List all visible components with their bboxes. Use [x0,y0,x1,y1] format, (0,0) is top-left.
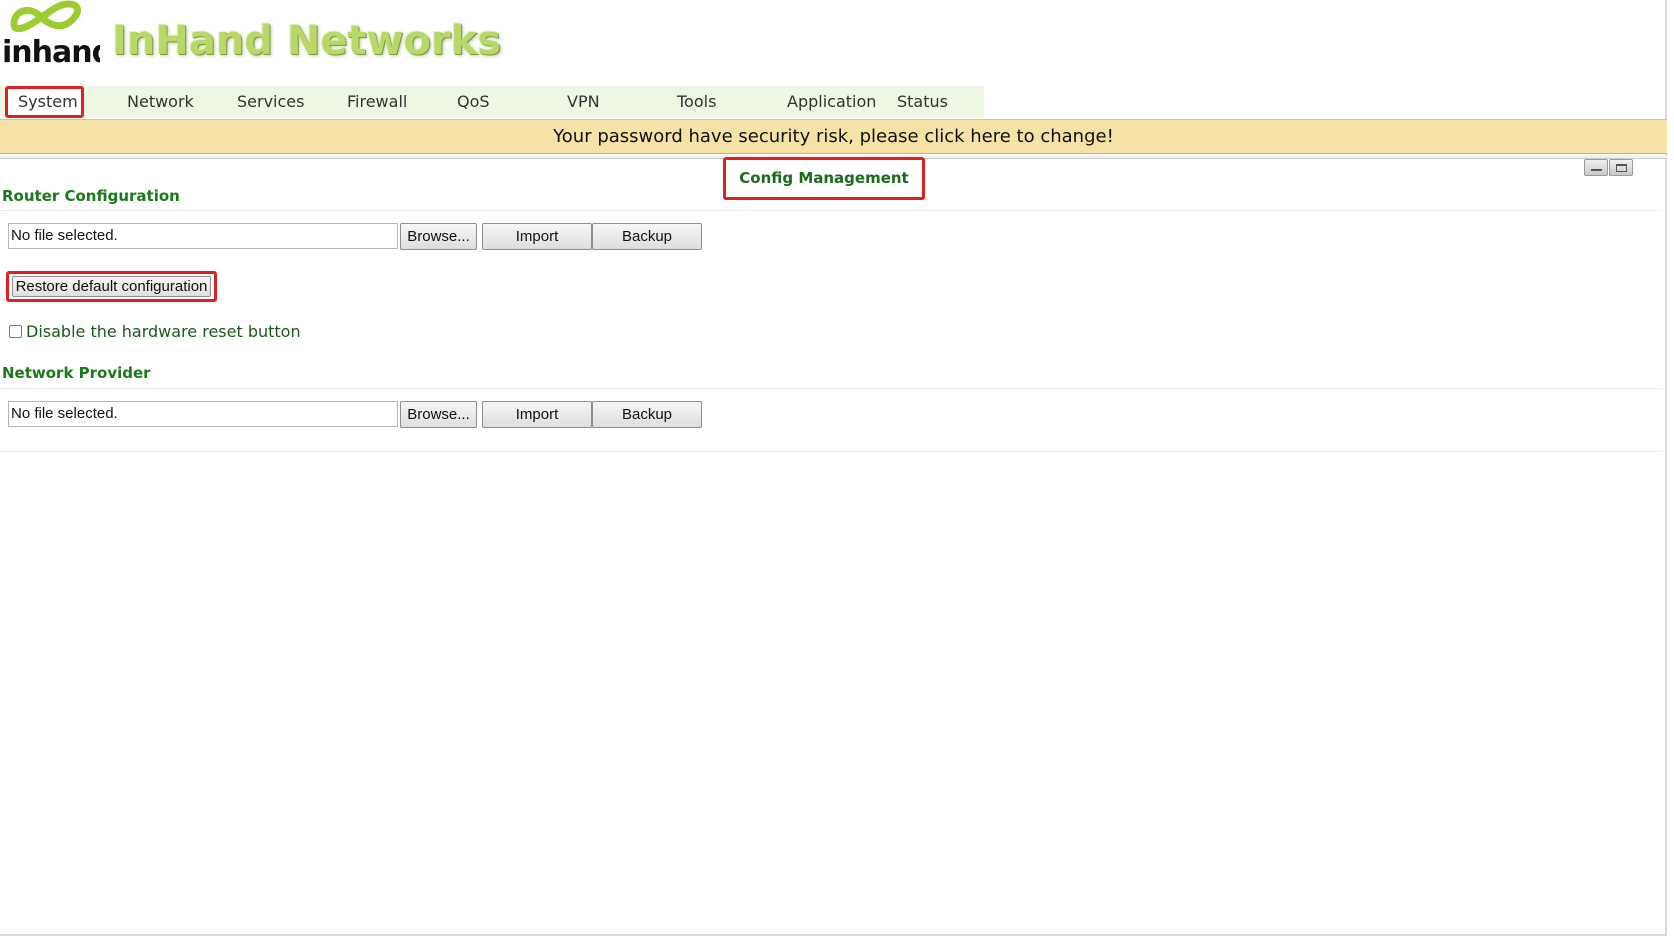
inhand-logo-icon[interactable]: inhand [0,0,100,80]
restore-default-highlight: Restore default configuration [6,271,217,302]
nav-item-status[interactable]: Status [897,86,948,118]
network-provider-title: Network Provider [2,364,151,382]
section-rule [0,388,1662,389]
nav-item-services[interactable]: Services [237,86,304,118]
minimize-icon [1591,169,1602,171]
nav-item-qos[interactable]: QoS [457,86,490,118]
network-provider-backup-button[interactable]: Backup [592,401,702,428]
network-provider-import-button[interactable]: Import [482,401,592,428]
brand-title: InHand Networks [112,18,502,64]
window-border-bottom [0,934,1667,936]
router-config-browse-button[interactable]: Browse... [400,223,477,250]
main-nav: System Network Services Firewall QoS VPN… [0,86,984,118]
disable-reset-checkbox[interactable] [9,325,22,338]
router-admin-page: inhand InHand Networks System Network Se… [0,0,1674,940]
nav-item-firewall[interactable]: Firewall [347,86,407,118]
maximize-button[interactable] [1609,159,1633,176]
router-config-backup-button[interactable]: Backup [592,223,702,250]
nav-item-system[interactable]: System [5,86,84,118]
section-rule [0,210,1662,211]
router-config-file-field[interactable]: No file selected. [8,223,398,249]
network-provider-browse-button[interactable]: Browse... [400,401,477,428]
disable-reset-label: Disable the hardware reset button [26,322,301,341]
restore-default-button[interactable]: Restore default configuration [12,276,211,297]
maximize-icon [1616,164,1627,172]
section-rule-end [0,451,1662,452]
nav-item-network[interactable]: Network [127,86,194,118]
router-config-import-button[interactable]: Import [482,223,592,250]
page-title: Config Management [739,169,909,187]
logo-wordmark: inhand [2,35,100,70]
panel-window-controls [1584,159,1634,177]
minimize-button[interactable] [1584,159,1608,176]
network-provider-file-field[interactable]: No file selected. [8,401,398,427]
nav-item-vpn[interactable]: VPN [567,86,600,118]
nav-item-application[interactable]: Application [787,86,876,118]
nav-item-tools[interactable]: Tools [677,86,716,118]
page-title-highlight: Config Management [723,157,925,200]
router-config-title: Router Configuration [2,187,180,205]
password-risk-banner[interactable]: Your password have security risk, please… [0,119,1667,154]
